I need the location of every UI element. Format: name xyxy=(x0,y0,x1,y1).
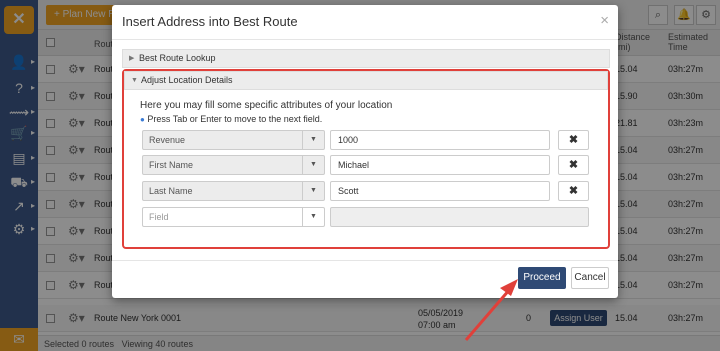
caret-down-icon: ▼ xyxy=(302,131,324,149)
caret-right-icon: ▶ xyxy=(129,55,135,62)
divider xyxy=(112,39,618,40)
hint-text: ● Press Tab or Enter to move to the next… xyxy=(140,114,323,124)
caret-down-icon: ▼ xyxy=(131,77,138,84)
caret-down-icon: ▼ xyxy=(302,156,324,174)
best-route-lookup-panel[interactable]: ▶ Best Route Lookup xyxy=(122,49,610,68)
remove-icon[interactable]: ✖ xyxy=(558,155,589,175)
caret-down-icon: ▼ xyxy=(302,208,324,226)
field-value-input-disabled xyxy=(330,207,589,227)
caret-down-icon: ▼ xyxy=(302,182,324,200)
intro-text: Here you may fill some specific attribut… xyxy=(140,100,393,111)
modal-title: Insert Address into Best Route xyxy=(122,14,298,29)
field-value-input[interactable]: 1000 xyxy=(330,130,550,150)
field-value-input[interactable]: Michael xyxy=(330,155,550,175)
remove-icon[interactable]: ✖ xyxy=(558,181,589,201)
close-icon[interactable]: × xyxy=(600,12,609,29)
divider xyxy=(112,260,618,261)
info-icon: ● xyxy=(140,115,145,124)
cancel-button[interactable]: Cancel xyxy=(571,267,609,289)
insert-address-modal: Insert Address into Best Route × ▶ Best … xyxy=(112,5,618,298)
remove-icon[interactable]: ✖ xyxy=(558,130,589,150)
proceed-button[interactable]: Proceed xyxy=(518,267,566,289)
field-select[interactable]: Revenue ▼ xyxy=(142,130,325,150)
adjust-location-details-panel[interactable]: ▼ Adjust Location Details xyxy=(124,71,608,90)
field-value-input[interactable]: Scott xyxy=(330,181,550,201)
field-select[interactable]: Field ▼ xyxy=(142,207,325,227)
field-select[interactable]: Last Name ▼ xyxy=(142,181,325,201)
field-select[interactable]: First Name ▼ xyxy=(142,155,325,175)
